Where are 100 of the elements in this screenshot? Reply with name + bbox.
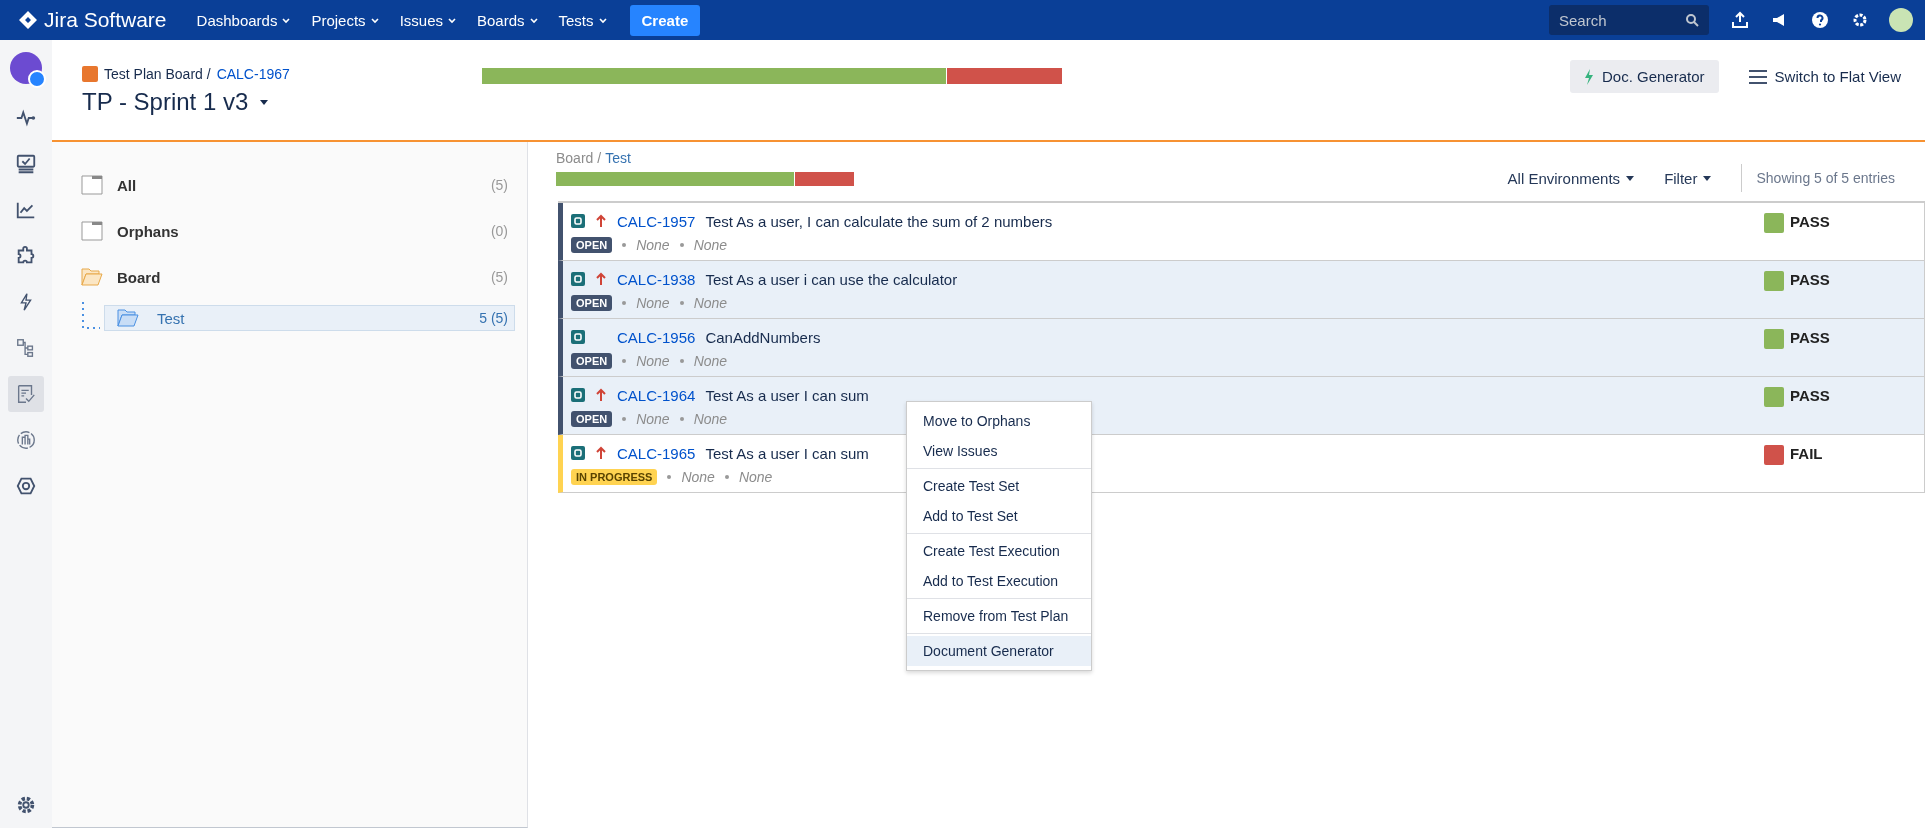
tree-item[interactable]: Orphans (0) (80, 208, 515, 254)
create-button[interactable]: Create (629, 4, 701, 36)
field-value: None (738, 469, 773, 485)
test-row[interactable]: CALC-1957 Test As a user, I can calculate the sum of 2 numbers OPEN None None PASS (558, 203, 1925, 261)
status-lozenge: OPEN (571, 295, 613, 311)
field-value: None (693, 237, 728, 253)
environments-dropdown[interactable]: All Environments (1507, 169, 1635, 187)
issue-key-link[interactable]: CALC-1957 (617, 212, 696, 230)
caret-icon (447, 15, 457, 25)
folder-label: Test (157, 309, 185, 327)
entries-count: Showing 5 of 5 entries (1741, 164, 1925, 192)
folder-icon (81, 175, 103, 195)
test-plan-icon (82, 66, 98, 82)
open-folder-icon (117, 309, 139, 327)
folder-count: 5 (5) (479, 310, 508, 326)
test-summary: Test As a user I can sum (705, 444, 869, 462)
tree-item[interactable]: Board (5) (80, 254, 515, 300)
search-icon (1685, 13, 1699, 27)
test-row[interactable]: CALC-1956 CanAddNumbers OPEN None None PASS (558, 319, 1925, 377)
upload-icon[interactable] (1731, 11, 1749, 29)
settings-icon[interactable] (15, 794, 37, 816)
test-summary: Test As a user, I can calculate the sum of 2 numbers (705, 212, 1053, 230)
nav-menu[interactable]: Projects (301, 5, 390, 35)
nav-menu[interactable]: Dashboards (186, 5, 302, 35)
folder-label: All (117, 176, 137, 194)
status-lozenge: OPEN (571, 353, 613, 369)
menu-item[interactable]: Add to Test Set (907, 501, 1091, 531)
folder-count: (5) (490, 177, 508, 193)
status-lozenge: OPEN (571, 411, 613, 427)
tree-item[interactable]: Test 5 (5) (104, 305, 515, 331)
nav-menu[interactable]: Boards (467, 5, 549, 35)
field-value: None (693, 353, 728, 369)
caret-icon (528, 15, 539, 25)
breadcrumb-text: Test Plan Board / (104, 66, 211, 82)
monitor-check-icon (15, 153, 37, 175)
flat-view-button[interactable]: Switch to Flat View (1748, 60, 1901, 93)
menu-item[interactable]: View Issues (907, 436, 1091, 466)
test-summary: CanAddNumbers (705, 328, 821, 346)
page-title: TP - Sprint 1 v3 (82, 88, 249, 116)
menu-item[interactable]: Create Test Execution (907, 536, 1091, 566)
settings-icon[interactable] (1851, 11, 1869, 29)
folder-link[interactable]: Test (605, 150, 631, 166)
issue-key-link[interactable]: CALC-1956 (617, 328, 696, 346)
hexagon-icon (15, 475, 37, 497)
test-type-icon (571, 388, 585, 402)
test-result: FAIL (1790, 445, 1823, 462)
test-result: PASS (1790, 271, 1830, 288)
field-value: None (636, 353, 670, 369)
folder-label: Board (117, 268, 161, 286)
caret-icon (369, 15, 380, 25)
jira-logo[interactable]: Jira Software (18, 8, 167, 32)
folder-icon (81, 221, 103, 241)
filter-dropdown[interactable]: Filter (1664, 169, 1712, 187)
issue-link[interactable]: CALC-1967 (216, 66, 290, 82)
field-value: None (636, 295, 670, 311)
test-type-icon (571, 446, 585, 460)
menu-item[interactable]: Document Generator (907, 636, 1091, 666)
nav-menu[interactable]: Issues (389, 5, 467, 35)
test-summary: Test As a user i can use the calculator (705, 270, 958, 288)
document-check-icon (15, 383, 37, 405)
sidebar-button[interactable] (8, 376, 44, 412)
doc-generator-button[interactable]: Doc. Generator (1570, 60, 1719, 93)
folder-count: (0) (490, 223, 508, 239)
test-result: PASS (1790, 329, 1830, 346)
test-result: PASS (1790, 213, 1830, 230)
caret-icon (281, 15, 292, 25)
field-value: None (693, 295, 728, 311)
field-value: None (693, 411, 728, 427)
caret-icon (1703, 175, 1712, 181)
status-lozenge: OPEN (571, 237, 613, 253)
field-value: None (636, 237, 670, 253)
test-type-icon (571, 272, 585, 286)
user-avatar[interactable] (1889, 8, 1913, 32)
lightning-icon (1584, 68, 1594, 85)
tree-item[interactable]: All (5) (80, 162, 515, 208)
menu-item[interactable]: Remove from Test Plan (907, 601, 1091, 631)
issue-key-link[interactable]: CALC-1964 (617, 386, 696, 404)
bar-chart-circle-icon (15, 429, 37, 451)
search-field[interactable]: Search (1549, 5, 1709, 35)
caret-icon (1626, 175, 1635, 181)
test-result: PASS (1790, 387, 1830, 404)
folder-count: (5) (490, 269, 508, 285)
folder-label: Orphans (117, 222, 179, 240)
field-value: None (636, 411, 670, 427)
status-lozenge: IN PROGRESS (571, 469, 658, 485)
issue-key-link[interactable]: CALC-1938 (617, 270, 696, 288)
test-type-icon (571, 330, 585, 344)
caret-icon (597, 15, 608, 25)
breadcrumb-text: Board / (556, 150, 602, 166)
test-summary: Test As a user I can sum (705, 386, 869, 404)
field-value: None (681, 469, 715, 485)
menu-item[interactable]: Move to Orphans (907, 406, 1091, 436)
help-icon[interactable] (1811, 11, 1829, 29)
issue-key-link[interactable]: CALC-1965 (617, 444, 696, 462)
nav-menu[interactable]: Tests (548, 5, 618, 35)
test-type-icon (571, 214, 585, 228)
test-row[interactable]: CALC-1938 Test As a user i can use the calculator OPEN None None PASS (558, 261, 1925, 319)
menu-item[interactable]: Add to Test Execution (907, 566, 1091, 596)
diamond-logo-icon (18, 10, 38, 30)
menu-icon (1748, 69, 1767, 84)
